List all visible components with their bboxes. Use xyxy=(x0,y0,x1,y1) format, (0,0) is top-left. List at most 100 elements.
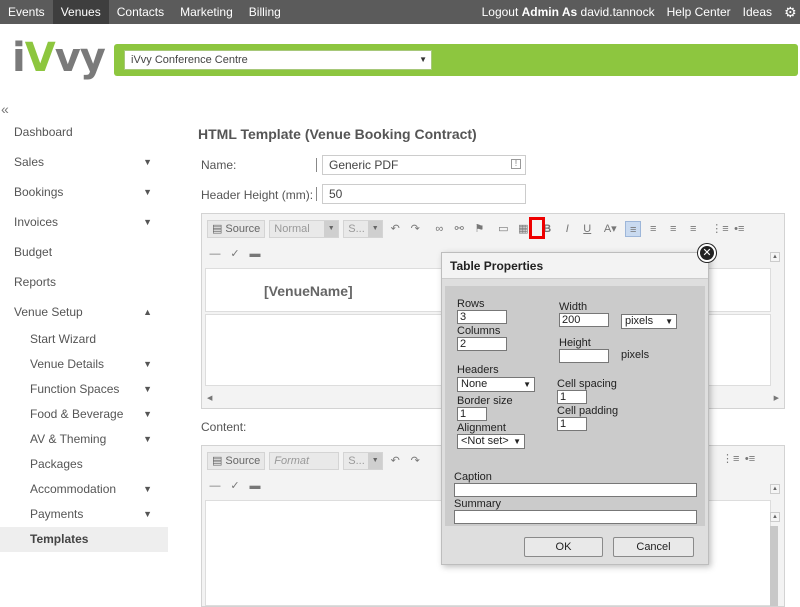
bulleted-list-icon[interactable]: •≡ xyxy=(731,221,747,237)
sidebar-subitem-food-beverage[interactable]: Food & Beverage ▼ xyxy=(0,402,168,427)
sidebar-subitem-venue-details[interactable]: Venue Details ▼ xyxy=(0,352,168,377)
comment-icon[interactable]: ▬ xyxy=(247,478,263,494)
align-right-icon[interactable]: ≡ xyxy=(665,221,681,237)
redo-icon[interactable]: ↷ xyxy=(407,453,423,469)
sidebar-subitem-packages[interactable]: Packages xyxy=(0,452,168,477)
help-center-link[interactable]: Help Center xyxy=(661,0,737,24)
format-combo[interactable]: Format xyxy=(269,452,340,470)
nav-events[interactable]: Events xyxy=(0,0,53,24)
format-combo-value: Format xyxy=(274,455,310,467)
source-button[interactable]: ▤ Source xyxy=(207,452,266,470)
gear-icon[interactable]: ⚙ xyxy=(778,0,800,24)
comment-icon[interactable]: ▬ xyxy=(247,246,263,262)
chevron-down-icon: ▼ xyxy=(143,157,152,167)
scrollbar-thumb[interactable] xyxy=(770,526,778,606)
columns-input[interactable]: 2 xyxy=(457,337,507,351)
nav-billing[interactable]: Billing xyxy=(241,0,289,24)
collapse-sidebar-icon[interactable]: « xyxy=(1,101,9,117)
editor-toolbar-row2: — ✓ ▬ xyxy=(207,476,267,496)
alignment-select[interactable]: <Not set> ▼ xyxy=(457,434,525,449)
sidebar-item-reports[interactable]: Reports xyxy=(0,267,168,297)
spellcheck-icon[interactable]: ✓ xyxy=(227,478,243,494)
scroll-right-icon[interactable]: ▶ xyxy=(774,394,779,402)
height-input[interactable] xyxy=(559,349,609,363)
italic-icon[interactable]: I xyxy=(559,221,575,237)
dialog-body: Rows 3 Columns 2 Width 200 pixels ▼ Heigh… xyxy=(445,286,705,526)
nav-venues[interactable]: Venues xyxy=(52,0,109,24)
cancel-button[interactable]: Cancel xyxy=(613,537,694,557)
top-nav-user: Logout Admin As david.tannock Help Cente… xyxy=(476,0,800,24)
redo-icon[interactable]: ↷ xyxy=(407,221,423,237)
sidebar-item-label: Start Wizard xyxy=(30,332,97,346)
border-size-input[interactable]: 1 xyxy=(457,407,487,421)
horizontal-rule-icon[interactable]: — xyxy=(207,478,223,494)
name-field[interactable]: Generic PDF ! xyxy=(316,155,526,175)
scroll-up-icon[interactable]: ▲ xyxy=(770,484,780,494)
sidebar-subitem-templates[interactable]: Templates xyxy=(0,527,168,552)
chevron-down-icon: ▼ xyxy=(143,359,152,369)
width-input[interactable]: 200 xyxy=(559,313,609,327)
sidebar-item-invoices[interactable]: Invoices ▼ xyxy=(0,207,168,237)
border-size-label: Border size xyxy=(457,395,513,407)
logo[interactable]: iVvy xyxy=(12,36,106,80)
width-unit-value: pixels xyxy=(625,315,654,327)
sidebar-item-dashboard[interactable]: Dashboard xyxy=(0,117,168,147)
header-height-field[interactable]: 50 xyxy=(316,184,526,204)
sidebar-subitem-payments[interactable]: Payments ▼ xyxy=(0,502,168,527)
sidebar-subitem-start-wizard[interactable]: Start Wizard xyxy=(0,327,168,352)
text-color-icon[interactable]: A▾ xyxy=(599,221,621,237)
alignment-value: <Not set> xyxy=(461,435,509,447)
back-to-home-link[interactable]: Back to Home xyxy=(327,52,402,66)
logout-link[interactable]: Logout Admin As david.tannock xyxy=(476,0,661,24)
sidebar-item-label: Reports xyxy=(14,275,57,289)
sidebar-item-bookings[interactable]: Bookings ▼ xyxy=(0,177,168,207)
summary-input[interactable] xyxy=(454,510,697,524)
width-unit-select[interactable]: pixels ▼ xyxy=(621,314,677,329)
spellcheck-icon[interactable]: ✓ xyxy=(227,246,243,262)
scroll-left-icon[interactable]: ◀ xyxy=(207,394,212,402)
ideas-link[interactable]: Ideas xyxy=(737,0,778,24)
sidebar: Dashboard Sales ▼ Bookings ▼ Invoices ▼ Bud… xyxy=(0,117,168,552)
numbered-list-icon[interactable]: ⋮≡ xyxy=(711,221,728,237)
size-combo[interactable]: S... ▼ xyxy=(343,452,384,470)
scroll-up-icon[interactable]: ▲ xyxy=(770,512,780,522)
sidebar-item-label: Dashboard xyxy=(14,125,73,139)
cell-padding-input[interactable]: 1 xyxy=(557,417,587,431)
nav-marketing[interactable]: Marketing xyxy=(172,0,241,24)
image-icon[interactable]: ▭ xyxy=(495,221,511,237)
numbered-list-icon[interactable]: ⋮≡ xyxy=(722,451,739,467)
link-icon[interactable]: ∞ xyxy=(431,221,447,237)
undo-icon[interactable]: ↶ xyxy=(387,453,403,469)
source-button[interactable]: ▤ Source xyxy=(207,220,266,238)
close-icon[interactable]: ✕ xyxy=(698,244,716,262)
caption-input[interactable] xyxy=(454,483,697,497)
sidebar-item-venue-setup[interactable]: Venue Setup ▲ xyxy=(0,297,168,327)
sidebar-item-sales[interactable]: Sales ▼ xyxy=(0,147,168,177)
dialog-header[interactable]: Table Properties xyxy=(442,253,708,279)
sidebar-subitem-av-theming[interactable]: AV & Theming ▼ xyxy=(0,427,168,452)
chevron-down-icon: ▼ xyxy=(324,221,339,237)
source-label: Source xyxy=(225,455,261,467)
headers-select[interactable]: None ▼ xyxy=(457,377,535,392)
align-center-icon[interactable]: ≡ xyxy=(645,221,661,237)
anchor-flag-icon[interactable]: ⚑ xyxy=(471,221,487,237)
sidebar-subitem-function-spaces[interactable]: Function Spaces ▼ xyxy=(0,377,168,402)
style-combo[interactable]: Normal ▼ xyxy=(269,220,340,238)
underline-icon[interactable]: U xyxy=(579,221,595,237)
horizontal-rule-icon[interactable]: — xyxy=(207,246,223,262)
sidebar-subitem-accommodation[interactable]: Accommodation ▼ xyxy=(0,477,168,502)
source-icon: ▤ xyxy=(212,455,223,467)
bulleted-list-icon[interactable]: •≡ xyxy=(742,451,758,467)
scroll-up-icon[interactable]: ▲ xyxy=(770,252,780,262)
cell-spacing-input[interactable]: 1 xyxy=(557,390,587,404)
rows-input[interactable]: 3 xyxy=(457,310,507,324)
undo-icon[interactable]: ↶ xyxy=(387,221,403,237)
align-left-icon[interactable]: ≡ xyxy=(625,221,642,237)
size-combo[interactable]: S... ▼ xyxy=(343,220,384,238)
unlink-icon[interactable]: ⚯ xyxy=(451,221,467,237)
ok-button[interactable]: OK xyxy=(524,537,603,557)
align-justify-icon[interactable]: ≡ xyxy=(685,221,701,237)
source-label: Source xyxy=(225,223,261,235)
sidebar-item-budget[interactable]: Budget xyxy=(0,237,168,267)
nav-contacts[interactable]: Contacts xyxy=(109,0,172,24)
